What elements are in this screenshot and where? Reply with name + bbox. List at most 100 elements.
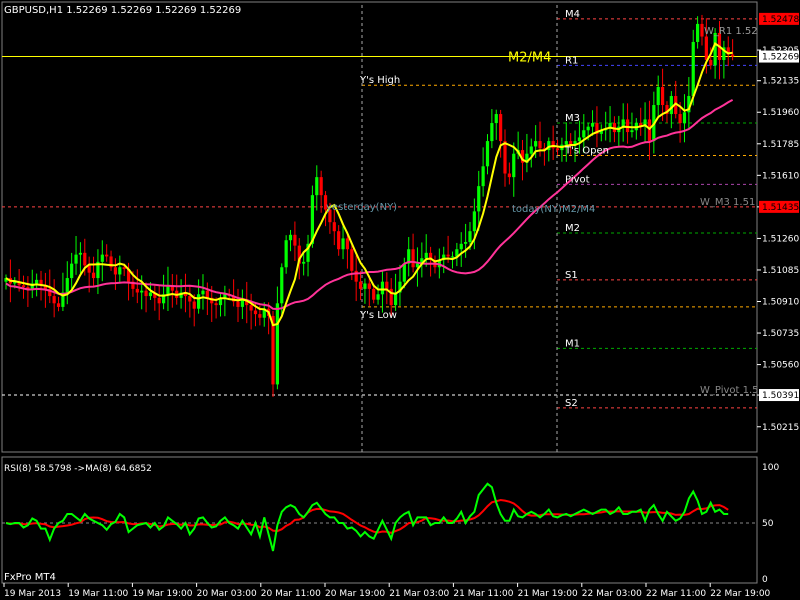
candle-body bbox=[590, 123, 595, 127]
candle-body bbox=[118, 267, 122, 275]
candle-body bbox=[367, 283, 371, 289]
candle-body bbox=[529, 146, 533, 154]
candle-body bbox=[275, 303, 279, 385]
candle-body bbox=[214, 303, 218, 306]
price-box-label: 1.50391 bbox=[762, 391, 799, 401]
time-tick-label: 21 Mar 19:00 bbox=[518, 589, 578, 599]
candle-body bbox=[538, 141, 542, 149]
candle-body bbox=[481, 166, 485, 187]
candle-body bbox=[113, 267, 118, 275]
candle-body bbox=[534, 141, 538, 147]
candle-body bbox=[704, 36, 708, 60]
candle-body bbox=[380, 281, 385, 295]
candle-body bbox=[192, 301, 196, 309]
candle-body bbox=[205, 290, 209, 298]
candle-body bbox=[21, 285, 26, 288]
price-tick-label: 1.50910 bbox=[762, 297, 799, 307]
candle-body bbox=[70, 263, 74, 279]
level-label-3: Y's High bbox=[359, 75, 400, 86]
candle-body bbox=[507, 173, 511, 178]
chart-canvas[interactable]: M4 M2/M4 R1 Y's High M3 T's Open Pivot W_M3 1.5… bbox=[0, 0, 800, 600]
candle-body bbox=[302, 261, 306, 264]
time-tick-label: 20 Mar 19:00 bbox=[325, 589, 385, 599]
annotation-1: today(NY) bbox=[512, 204, 562, 215]
chart-title: GBPUSD,H1 1.52269 1.52269 1.52269 1.5226… bbox=[4, 5, 241, 16]
rsi-title: RSI(8) 58.5798 ->MA(8) 64.6852 bbox=[4, 464, 152, 474]
candle-body bbox=[411, 249, 415, 268]
candle-body bbox=[83, 252, 87, 266]
price-tick-label: 1.51785 bbox=[762, 140, 799, 150]
annotation-3: W_R1 1.52 bbox=[704, 26, 758, 37]
candle-body bbox=[625, 119, 630, 133]
candle-body bbox=[709, 59, 713, 66]
candle-body bbox=[236, 301, 240, 307]
price-tick-label: 1.50735 bbox=[762, 329, 799, 339]
rsi-line bbox=[5, 482, 729, 552]
price-tick-label: 1.51960 bbox=[762, 108, 799, 118]
candle-body bbox=[494, 114, 498, 124]
time-tick-label: 19 Mar 2013 bbox=[4, 589, 61, 599]
candle-body bbox=[240, 299, 244, 307]
time-tick-label: 21 Mar 11:00 bbox=[453, 589, 513, 599]
candle-body bbox=[551, 141, 555, 149]
candle-body bbox=[468, 231, 472, 243]
candle-body bbox=[731, 54, 735, 57]
candle-body bbox=[196, 294, 201, 309]
candle-body bbox=[74, 254, 78, 264]
time-tick-label: 19 Mar 11:00 bbox=[68, 589, 128, 599]
level-label-7: W_M3 1.51 bbox=[700, 197, 755, 208]
candle-body bbox=[52, 296, 56, 304]
price-tick-label: 1.50215 bbox=[762, 423, 799, 433]
time-tick-label: 20 Mar 03:00 bbox=[197, 589, 257, 599]
candle-body bbox=[691, 41, 695, 97]
candle-body bbox=[341, 238, 345, 250]
candle-body bbox=[91, 272, 96, 279]
level-label-9: S1 bbox=[565, 270, 578, 281]
candle-body bbox=[660, 87, 665, 106]
price-tick-label: 1.51085 bbox=[762, 266, 799, 276]
candle-body bbox=[564, 141, 568, 145]
rsi-tick-label: 0 bbox=[762, 575, 768, 585]
candle-body bbox=[135, 288, 139, 293]
candle-body bbox=[376, 294, 380, 300]
candle-body bbox=[477, 186, 481, 212]
candle-body bbox=[450, 256, 455, 258]
candle-body bbox=[446, 254, 450, 257]
main-panel-border bbox=[1, 1, 758, 453]
candle-body bbox=[490, 123, 494, 142]
level-label-2: R1 bbox=[565, 55, 578, 66]
candle-body bbox=[385, 281, 389, 289]
candle-body bbox=[288, 234, 293, 241]
level-label-8: M2 bbox=[565, 223, 580, 234]
candle-body bbox=[682, 112, 687, 124]
candle-body bbox=[586, 126, 590, 131]
candle-body bbox=[485, 141, 490, 167]
price-tick-label: 1.51260 bbox=[762, 234, 799, 244]
price-tick-label: 1.50560 bbox=[762, 361, 799, 371]
candle-body bbox=[157, 297, 161, 304]
price-box-label: 1.51435 bbox=[762, 203, 799, 213]
candle-body bbox=[345, 238, 350, 250]
candle-body bbox=[293, 234, 297, 246]
candle-body bbox=[713, 32, 717, 66]
candle-body bbox=[372, 288, 376, 300]
level-label-1: M2/M4 bbox=[508, 51, 551, 66]
rsi-tick-label: 100 bbox=[762, 463, 779, 473]
candle-body bbox=[188, 296, 192, 302]
level-label-6: Pivot bbox=[565, 174, 590, 185]
price-tick-label: 1.51610 bbox=[762, 171, 799, 181]
price-box-label: 1.52269 bbox=[762, 53, 799, 63]
candle-body bbox=[315, 177, 319, 196]
candle-body bbox=[78, 252, 83, 255]
candle-body bbox=[358, 281, 363, 289]
candle-body bbox=[140, 290, 144, 293]
candle-body bbox=[464, 242, 468, 244]
candle-body bbox=[424, 252, 428, 259]
price-tick-label: 1.52135 bbox=[762, 77, 799, 87]
candle-body bbox=[105, 254, 109, 257]
candle-body bbox=[284, 240, 288, 268]
candle-body bbox=[647, 119, 652, 142]
candle-body bbox=[332, 222, 336, 232]
candle-body bbox=[499, 114, 503, 142]
annotation-0: yesterday(NY) bbox=[326, 202, 397, 213]
